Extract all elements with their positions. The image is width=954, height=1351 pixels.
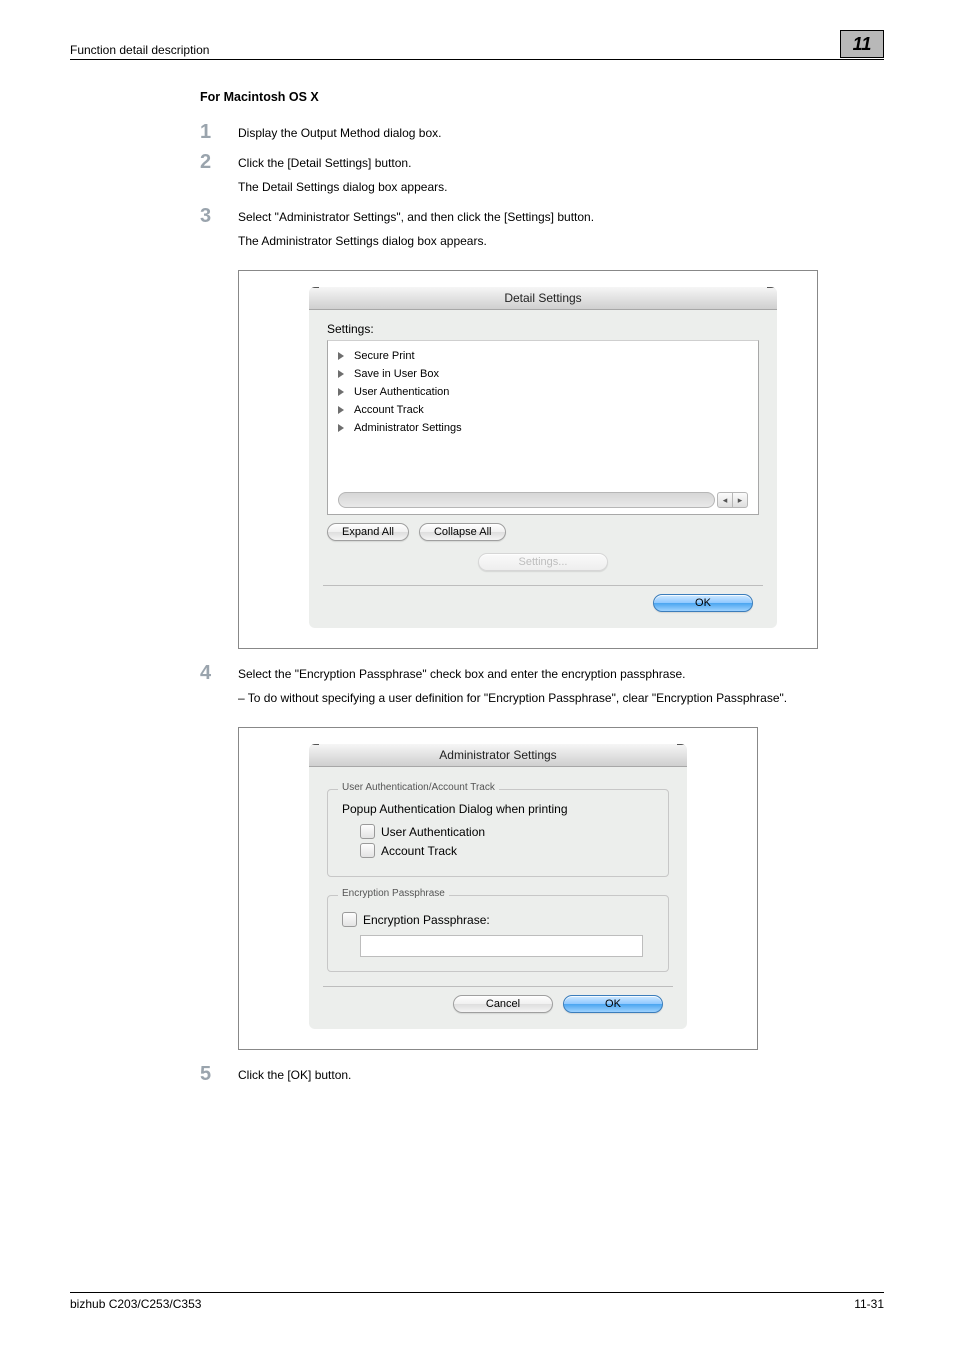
- expand-all-button[interactable]: Expand All: [327, 523, 409, 541]
- group-label: User Authentication/Account Track: [338, 782, 499, 793]
- list-item-label: Account Track: [354, 404, 424, 416]
- step-text: Select "Administrator Settings", and the…: [238, 208, 594, 226]
- group-label: Encryption Passphrase: [338, 888, 449, 899]
- step-extra: The Administrator Settings dialog box ap…: [238, 232, 594, 250]
- window-title: Administrator Settings: [309, 744, 687, 767]
- settings-list[interactable]: Secure Print Save in User Box User Authe…: [327, 340, 759, 515]
- chevron-right-icon: [338, 424, 344, 432]
- list-item-label: Secure Print: [354, 350, 415, 362]
- section-heading: For Macintosh OS X: [200, 90, 884, 104]
- footer-left: bizhub C203/C253/C353: [70, 1297, 201, 1311]
- step-sub: – To do without specifying a user defini…: [238, 689, 787, 707]
- step-text: Click the [OK] button.: [238, 1066, 351, 1084]
- settings-label: Settings:: [327, 322, 759, 336]
- footer-right: 11-31: [854, 1297, 884, 1311]
- list-item[interactable]: Account Track: [338, 401, 748, 419]
- list-item[interactable]: Save in User Box: [338, 365, 748, 383]
- step-text: Click the [Detail Settings] button.: [238, 154, 447, 172]
- chevron-right-icon: [338, 406, 344, 414]
- step-text: Select the "Encryption Passphrase" check…: [238, 665, 787, 683]
- checkbox-user-auth[interactable]: User Authentication: [360, 824, 654, 839]
- admin-settings-window: Administrator Settings User Authenticati…: [309, 744, 687, 1029]
- checkbox-icon[interactable]: [360, 843, 375, 858]
- group-encryption: Encryption Passphrase Encryption Passphr…: [327, 895, 669, 972]
- checkbox-icon[interactable]: [342, 912, 357, 927]
- step-number: 3: [200, 206, 220, 256]
- list-item-label: User Authentication: [354, 386, 449, 398]
- screenshot-detail-settings: Detail Settings Settings: Secure Print S…: [238, 270, 818, 649]
- chevron-right-icon: [338, 388, 344, 396]
- checkbox-label: User Authentication: [381, 825, 485, 839]
- chevron-right-icon: [338, 370, 344, 378]
- checkbox-icon[interactable]: [360, 824, 375, 839]
- checkbox-account-track[interactable]: Account Track: [360, 843, 654, 858]
- list-item-label: Administrator Settings: [354, 422, 462, 434]
- encryption-passphrase-input[interactable]: [360, 935, 643, 957]
- group-user-auth: User Authentication/Account Track Popup …: [327, 789, 669, 877]
- step-number: 4: [200, 663, 220, 713]
- checkbox-label: Encryption Passphrase:: [363, 913, 490, 927]
- scroll-right-icon[interactable]: ▸: [732, 493, 747, 507]
- step-number: 5: [200, 1064, 220, 1090]
- scroll-left-icon[interactable]: ◂: [718, 493, 732, 507]
- detail-settings-window: Detail Settings Settings: Secure Print S…: [309, 287, 777, 628]
- cancel-button[interactable]: Cancel: [453, 995, 553, 1013]
- horizontal-scrollbar[interactable]: ◂ ▸: [338, 492, 748, 508]
- screenshot-admin-settings: Administrator Settings User Authenticati…: [238, 727, 758, 1050]
- chapter-number: 11: [840, 30, 884, 58]
- step-number: 1: [200, 122, 220, 148]
- settings-button[interactable]: Settings...: [478, 553, 608, 571]
- list-item[interactable]: User Authentication: [338, 383, 748, 401]
- step-extra: The Detail Settings dialog box appears.: [238, 178, 447, 196]
- chevron-right-icon: [338, 352, 344, 360]
- step-text: Display the Output Method dialog box.: [238, 124, 441, 142]
- collapse-all-button[interactable]: Collapse All: [419, 523, 506, 541]
- ok-button[interactable]: OK: [653, 594, 753, 612]
- group-inner-title: Popup Authentication Dialog when printin…: [342, 802, 654, 816]
- breadcrumb: Function detail description: [70, 43, 209, 57]
- checkbox-label: Account Track: [381, 844, 457, 858]
- ok-button[interactable]: OK: [563, 995, 663, 1013]
- list-item[interactable]: Administrator Settings: [338, 419, 748, 437]
- list-item-label: Save in User Box: [354, 368, 439, 380]
- list-item[interactable]: Secure Print: [338, 347, 748, 365]
- window-title: Detail Settings: [309, 287, 777, 310]
- step-number: 2: [200, 152, 220, 202]
- checkbox-encryption-passphrase[interactable]: Encryption Passphrase:: [342, 912, 654, 927]
